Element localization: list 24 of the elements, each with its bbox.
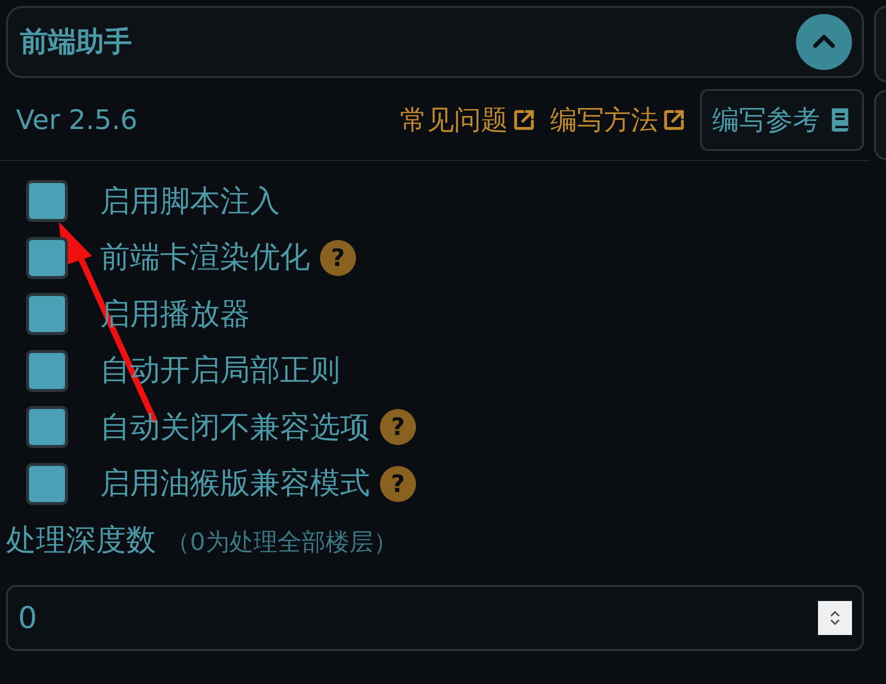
checkbox[interactable] (26, 350, 68, 392)
option-label: 自动关闭不兼容选项 (100, 408, 370, 447)
checkbox[interactable] (26, 462, 68, 505)
external-link-icon (512, 108, 536, 132)
option-label: 启用油猴版兼容模式 (100, 465, 370, 504)
reference-button[interactable]: 编写参考 (700, 89, 864, 151)
help-icon[interactable]: ? (380, 409, 416, 446)
panel-title: 前端助手 (20, 24, 132, 60)
checkbox[interactable] (26, 180, 68, 222)
number-field[interactable]: 0 (6, 585, 864, 651)
checkbox[interactable] (26, 236, 68, 279)
help-icon[interactable]: ? (320, 240, 356, 276)
external-link[interactable]: 常见问题 (400, 102, 536, 138)
external-link[interactable]: 编写方法 (550, 102, 686, 138)
help-icon[interactable]: ? (380, 466, 416, 502)
option-label: 前端卡渲染优化 (100, 239, 310, 278)
checkbox[interactable] (26, 406, 68, 448)
external-link-icon (662, 108, 686, 132)
spinner-icon[interactable] (818, 601, 852, 635)
field-label: 处理深度数 (6, 522, 156, 560)
checkbox[interactable] (26, 293, 68, 336)
field-hint: （0为处理全部楼层） (166, 527, 398, 558)
option-label: 启用脚本注入 (100, 182, 280, 221)
version-label: Ver 2.5.6 (16, 104, 138, 136)
